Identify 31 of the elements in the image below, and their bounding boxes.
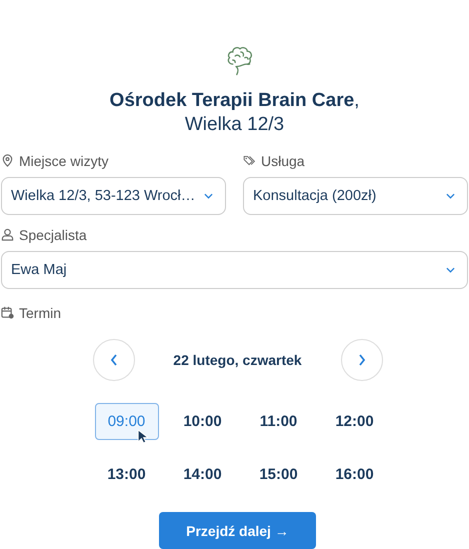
select-field[interactable]: Konsultacja (200zł) [243,176,468,215]
previous-day-button[interactable] [92,339,134,381]
continue-button[interactable]: Przejdź dalej → [159,512,316,549]
field-label: Termin [19,304,62,321]
chevron-down-icon [446,266,455,273]
mouse-cursor-icon [136,429,148,444]
chevron-down-icon [204,192,213,199]
chevron-left-icon [110,354,118,366]
time-slot[interactable]: 13:00 [94,456,158,493]
time-slot[interactable]: 15:00 [246,456,310,493]
time-slot[interactable]: 12:00 [322,403,386,440]
time-slot[interactable]: 09:00 [94,403,158,440]
clinic-address: Wielka 12/3 [184,112,284,137]
select-field[interactable]: Wielka 12/3, 53-123 Wrocł… [1,176,226,215]
chevron-right-icon [358,354,366,366]
calendar-icon [1,306,14,320]
time-slot[interactable]: 16:00 [322,456,386,493]
tag-icon [243,154,256,168]
chevron-down-icon [446,192,455,199]
next-day-button[interactable] [340,339,382,381]
pin-icon [1,154,14,168]
date-label: 22 lutego, czwartek [172,352,303,368]
select-field[interactable]: Ewa Maj [1,250,468,289]
field-label: Miejsce wizyty [19,152,108,169]
field-label: Specjalista [19,226,87,243]
time-slot[interactable]: 11:00 [246,403,310,440]
person-icon [1,228,14,242]
time-slot[interactable]: 10:00 [170,403,234,440]
field-label: Usługa [261,152,305,169]
time-slot[interactable]: 14:00 [170,456,234,493]
clinic-name: Ośrodek Terapii Brain Care, [110,90,360,111]
